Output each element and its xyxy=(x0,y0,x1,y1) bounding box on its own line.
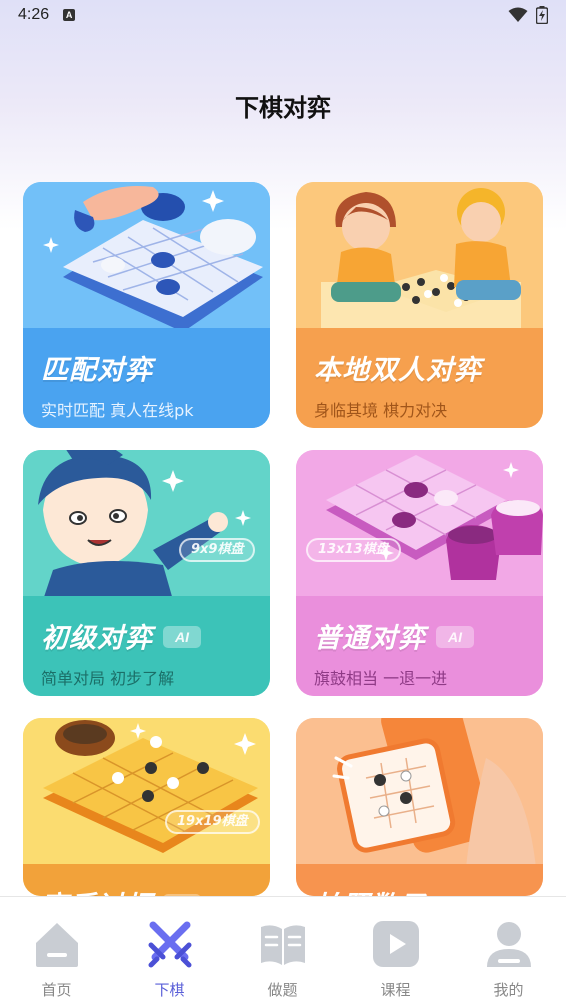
home-icon xyxy=(36,923,78,967)
crossed-swords-icon xyxy=(148,921,192,968)
card-title: 初级对弈 xyxy=(41,623,153,654)
card-subtitle: 身临其境 棋力对决 xyxy=(314,401,448,420)
status-time: 4:26 xyxy=(18,6,50,23)
wooden-go-board-illustration xyxy=(23,718,270,868)
tab-label: 下棋 xyxy=(154,981,185,999)
ai-badge: AI xyxy=(163,626,201,648)
tab-courses[interactable]: 课程 xyxy=(339,897,452,1008)
card-subtitle: 简单对局 初步了解 xyxy=(41,669,175,688)
wifi-icon xyxy=(508,7,528,22)
board-size-badge: 19x19棋盘 xyxy=(165,810,260,834)
tab-home[interactable]: 首页 xyxy=(0,897,113,1008)
bottom-tab-bar: 首页 下棋 做题 课程 我的 xyxy=(0,896,566,1008)
phone-photo-illustration xyxy=(296,718,543,868)
tab-label: 首页 xyxy=(41,981,72,999)
board-size-badge: 9x9棋盘 xyxy=(179,538,256,562)
tab-play[interactable]: 下棋 xyxy=(113,897,226,1008)
battery-icon xyxy=(536,6,548,24)
card-beginner-ai[interactable]: 9x9棋盘 初级对弈 AI 简单对局 初步了解 xyxy=(23,450,270,696)
card-local-two-player[interactable]: 本地双人对弈 身临其境 棋力对决 xyxy=(296,182,543,428)
user-icon xyxy=(487,922,531,967)
card-title: 拍照数子 xyxy=(314,884,426,896)
card-title: 高手过招 xyxy=(41,884,153,896)
card-subtitle: 实时匹配 真人在线pk xyxy=(41,401,194,420)
notification-icon: A xyxy=(63,9,76,21)
page-title: 下棋对弈 xyxy=(235,94,331,122)
tab-label: 课程 xyxy=(380,981,411,999)
go-board-hand-illustration xyxy=(23,182,270,332)
card-normal-ai[interactable]: 13x13棋盘 普通对弈 AI 旗鼓相当 一退一进 xyxy=(296,450,543,696)
card-title: 本地双人对弈 xyxy=(314,355,482,386)
card-subtitle: 旗鼓相当 一退一进 xyxy=(314,669,448,688)
book-icon xyxy=(261,925,305,965)
ai-badge: AI xyxy=(436,626,474,648)
pink-go-board-illustration xyxy=(296,450,543,600)
tab-profile[interactable]: 我的 xyxy=(452,897,565,1008)
cartoon-character-illustration xyxy=(23,450,270,600)
card-online-match[interactable]: 匹配对弈 实时匹配 真人在线pk xyxy=(23,182,270,428)
play-icon xyxy=(373,921,419,967)
tab-label: 做题 xyxy=(267,981,298,999)
tab-label: 我的 xyxy=(493,981,524,999)
card-photo-count[interactable]: 拍照数子 xyxy=(296,718,543,896)
two-players-illustration xyxy=(296,182,543,332)
board-size-badge: 13x13棋盘 xyxy=(306,538,401,562)
status-bar: 4:26 A xyxy=(0,0,566,30)
card-title: 普通对弈 xyxy=(314,623,426,654)
tab-exercises[interactable]: 做题 xyxy=(226,897,339,1008)
card-title: 匹配对弈 xyxy=(41,355,153,386)
card-expert-ai[interactable]: 19x19棋盘 高手过招AI xyxy=(23,718,270,896)
